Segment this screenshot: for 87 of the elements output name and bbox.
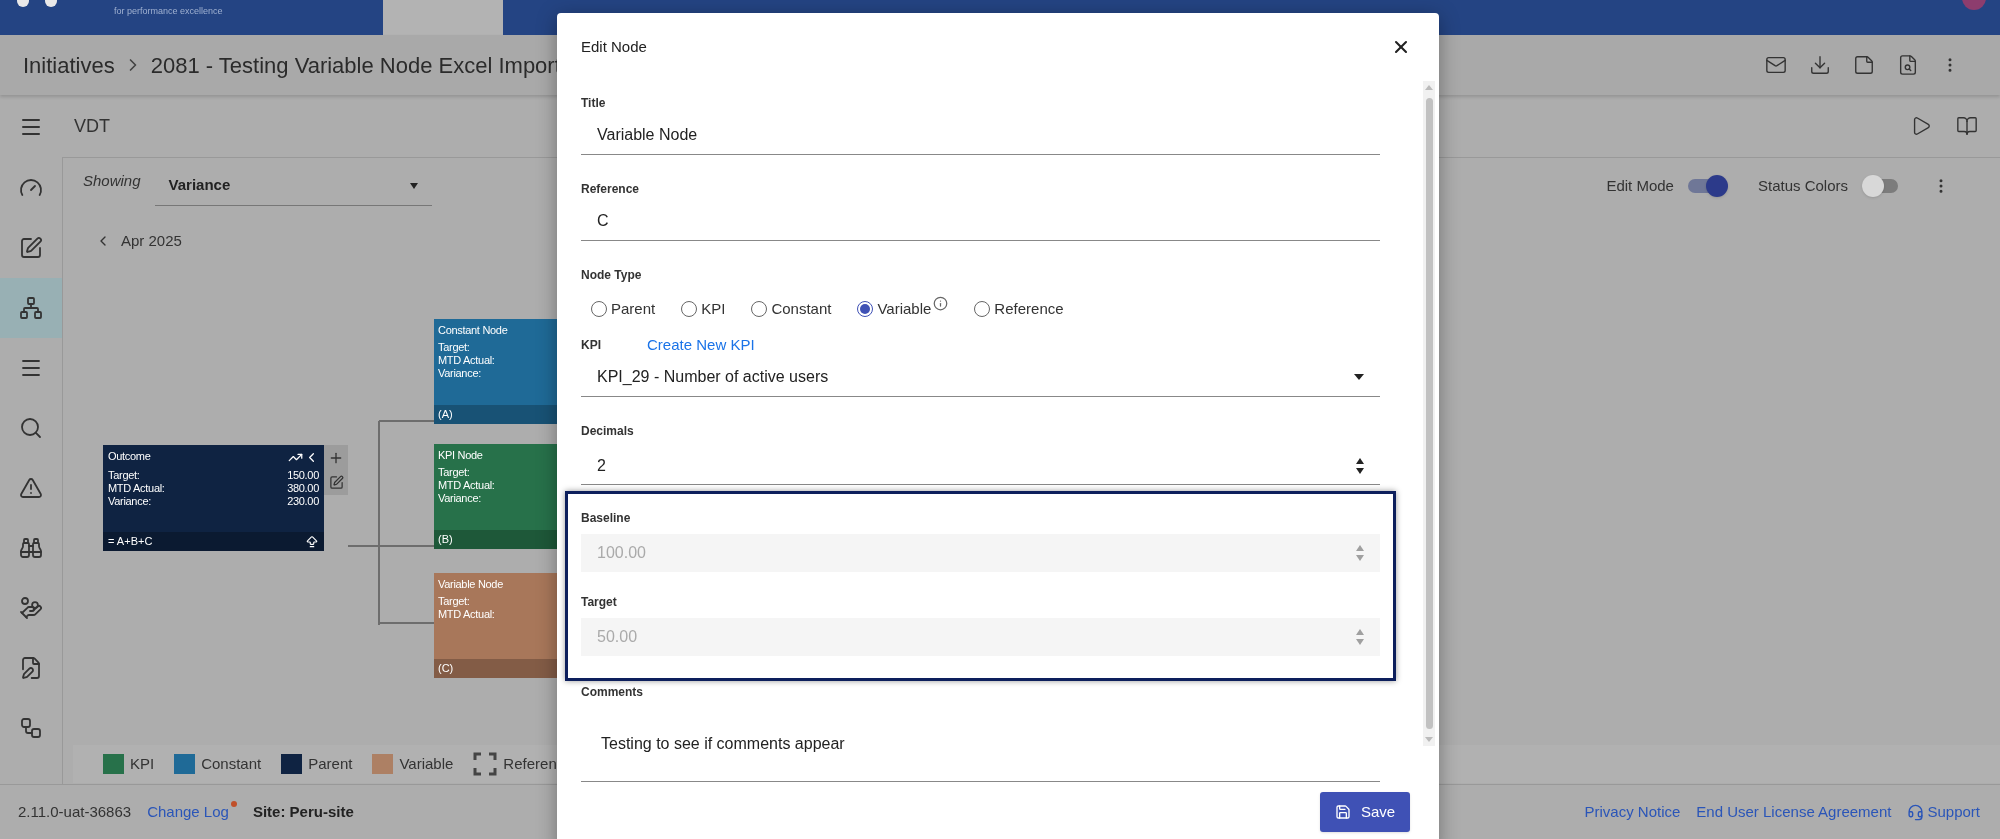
document-search-icon[interactable] bbox=[1897, 54, 1919, 76]
dialog-title: Edit Node bbox=[581, 36, 647, 57]
legend-label: KPI bbox=[130, 753, 155, 774]
save-button[interactable]: Save bbox=[1320, 792, 1410, 832]
node-row-label: Target: bbox=[108, 469, 140, 482]
version-text: 2.11.0-uat-36863 bbox=[18, 801, 132, 822]
node-title: KPI Node bbox=[438, 449, 483, 462]
radio-option[interactable]: Parent bbox=[591, 297, 656, 321]
edit-icon[interactable] bbox=[328, 475, 344, 491]
node-row-value: 230.00 bbox=[287, 495, 319, 508]
node-title: Variable Node bbox=[438, 578, 503, 591]
reference-frame-icon bbox=[473, 752, 498, 776]
node-row-label: MTD Actual: bbox=[108, 482, 165, 495]
text-field[interactable]: C bbox=[581, 201, 1380, 241]
logo-tagline: for performance excellence bbox=[114, 5, 223, 18]
tree-icon bbox=[19, 296, 43, 320]
breadcrumb-item[interactable]: Initiatives bbox=[23, 48, 115, 82]
node-row-label: MTD Actual: bbox=[438, 354, 495, 367]
node-row-label: Target: bbox=[438, 595, 470, 608]
upload-icon[interactable] bbox=[305, 534, 319, 549]
book-icon[interactable] bbox=[1956, 115, 1978, 137]
binoculars-icon bbox=[19, 536, 43, 560]
node-row-label: MTD Actual: bbox=[438, 608, 495, 621]
hand-coin-icon bbox=[19, 596, 43, 620]
node-reference: (A) bbox=[438, 407, 453, 423]
field-label: Target bbox=[581, 594, 617, 610]
node-row-label: Variance: bbox=[438, 492, 481, 505]
radio-option[interactable]: KPI bbox=[681, 297, 726, 321]
node-title: Outcome bbox=[108, 450, 151, 463]
spinner-icon[interactable] bbox=[1356, 457, 1364, 474]
toggle-label: Edit Mode bbox=[1606, 175, 1674, 196]
download-icon[interactable] bbox=[1809, 54, 1831, 76]
node-row-value: 380.00 bbox=[287, 482, 319, 495]
node-reference: (B) bbox=[438, 532, 453, 548]
field-label: Reference bbox=[581, 181, 640, 197]
field-label: Decimals bbox=[581, 423, 634, 439]
tree-node[interactable]: KPI Node Target: MTD Actual: Variance: (B) bbox=[434, 444, 559, 549]
parent-node[interactable]: Outcome Target: 150.00 MTD Actual: 380.00 Variance: 230.00 = A+B+C bbox=[103, 445, 324, 551]
showing-select[interactable]: Variance bbox=[154, 166, 432, 206]
scrollbar[interactable] bbox=[1423, 81, 1435, 746]
field-label: Baseline bbox=[581, 510, 631, 526]
toggle-switch[interactable] bbox=[1687, 175, 1728, 197]
node-reference: (C) bbox=[438, 661, 454, 677]
dropdown-caret-icon bbox=[409, 182, 418, 189]
node-row-label: Variance: bbox=[108, 495, 151, 508]
node-row-label: Target: bbox=[438, 466, 470, 479]
tree-node[interactable]: Constant Node Target: MTD Actual: Variance: (A) bbox=[434, 319, 559, 424]
select-field[interactable]: KPI_29 - Number of active users bbox=[581, 357, 1380, 397]
note-icon[interactable] bbox=[1853, 54, 1875, 76]
radio-option[interactable]: Variable bbox=[857, 297, 949, 321]
site-label: Site: Peru-site bbox=[252, 801, 354, 822]
tree-node[interactable]: Variable Node Target: MTD Actual: (C) bbox=[434, 573, 559, 678]
radio-option[interactable]: Constant bbox=[751, 297, 832, 321]
legend-label: Parent bbox=[308, 753, 353, 774]
showing-label: Showing bbox=[83, 170, 141, 191]
node-row-label: Target: bbox=[438, 341, 470, 354]
field-label: Node Type bbox=[581, 267, 642, 283]
toggle-label: Status Colors bbox=[1757, 175, 1848, 196]
edit-icon bbox=[19, 236, 43, 260]
field-label: KPI bbox=[581, 337, 601, 353]
info-icon bbox=[933, 295, 949, 311]
save-icon bbox=[1334, 804, 1351, 820]
page-title: VDT bbox=[74, 114, 110, 138]
warning-icon bbox=[19, 476, 43, 500]
node-row-label: Variance: bbox=[438, 367, 481, 380]
legend-label: Referen bbox=[503, 753, 557, 774]
dropdown-caret-icon bbox=[1354, 373, 1364, 380]
legend-label: Variable bbox=[399, 753, 454, 774]
field-label: Title bbox=[581, 95, 606, 111]
field-label: Comments bbox=[581, 684, 643, 700]
support-icon bbox=[1907, 803, 1925, 821]
node-title: Constant Node bbox=[438, 324, 508, 337]
create-kpi-link[interactable]: Create New KPI bbox=[647, 337, 755, 353]
node-row-label: MTD Actual: bbox=[438, 479, 495, 492]
workflow-icon bbox=[19, 716, 43, 740]
comments-field[interactable]: Testing to see if comments appear bbox=[581, 700, 1380, 782]
sidebar-item[interactable] bbox=[0, 278, 62, 338]
number-field[interactable]: 2 bbox=[581, 447, 1380, 485]
mail-icon[interactable] bbox=[1765, 54, 1787, 76]
period-label: Apr 2025 bbox=[121, 231, 182, 251]
search-icon bbox=[19, 416, 43, 440]
node-formula: = A+B+C bbox=[108, 534, 153, 550]
radio-option[interactable]: Reference bbox=[974, 297, 1064, 321]
legend-label: Constant bbox=[201, 753, 262, 774]
node-row-value: 150.00 bbox=[287, 469, 319, 482]
document-edit-icon bbox=[19, 656, 43, 680]
text-field[interactable]: Variable Node bbox=[581, 115, 1380, 155]
